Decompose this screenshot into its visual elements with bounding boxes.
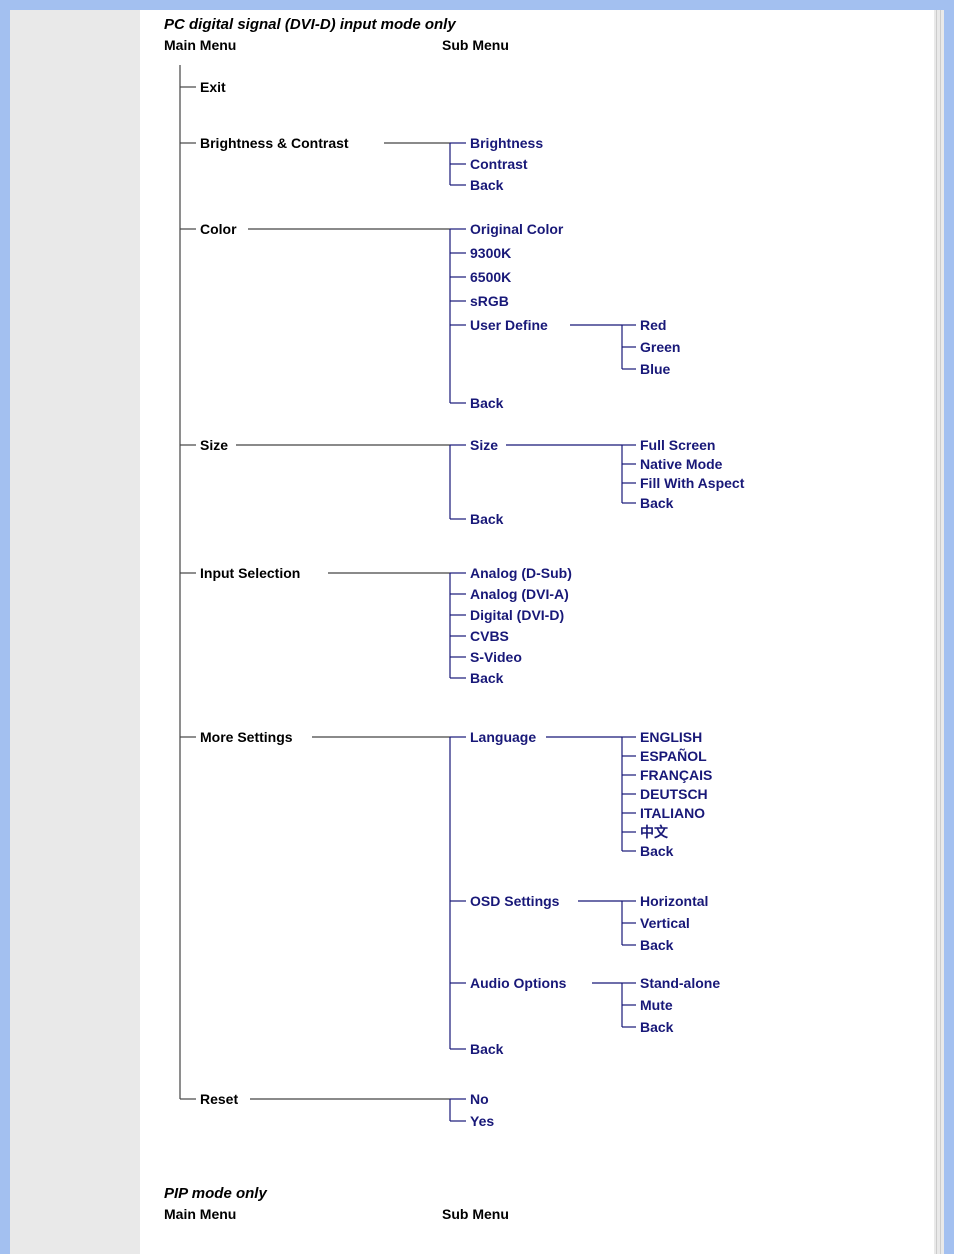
sub-audio: Audio Options bbox=[470, 975, 567, 991]
sub-size-back: Back bbox=[470, 511, 504, 527]
menu-brightness-contrast: Brightness & Contrast bbox=[200, 135, 349, 151]
sub-size-back2: Back bbox=[640, 495, 674, 511]
osd-vertical: Vertical bbox=[640, 915, 690, 931]
sub-user-define: User Define bbox=[470, 317, 548, 333]
menu-size: Size bbox=[200, 437, 228, 453]
lang-italiano: ITALIANO bbox=[640, 805, 705, 821]
menu-reset: Reset bbox=[200, 1091, 238, 1107]
menu-exit: Exit bbox=[200, 79, 226, 95]
menu-tree: Exit Brightness & Contrast Brightness Co… bbox=[152, 65, 932, 1165]
sub-svideo: S-Video bbox=[470, 649, 522, 665]
section-title-pc-digital: PC digital signal (DVI-D) input mode onl… bbox=[164, 16, 934, 33]
column-headers-2: Main Menu Sub Menu bbox=[164, 1206, 934, 1222]
lang-espanol: ESPAÑOL bbox=[640, 747, 707, 764]
sub-size-full: Full Screen bbox=[640, 437, 715, 453]
sub-6500k: 6500K bbox=[470, 269, 511, 285]
sub-brightness: Brightness bbox=[470, 135, 543, 151]
main-menu-header: Main Menu bbox=[164, 37, 442, 53]
lang-francais: FRANÇAIS bbox=[640, 767, 712, 783]
sub-cvbs: CVBS bbox=[470, 628, 509, 644]
sub-size: Size bbox=[470, 437, 498, 453]
sub-contrast: Contrast bbox=[470, 156, 528, 172]
sub-ud-blue: Blue bbox=[640, 361, 671, 377]
sub-menu-header-2: Sub Menu bbox=[442, 1206, 509, 1222]
lang-back: Back bbox=[640, 843, 674, 859]
sub-input-back: Back bbox=[470, 670, 504, 686]
sub-original-color: Original Color bbox=[470, 221, 564, 237]
menu-more-settings: More Settings bbox=[200, 729, 293, 745]
sub-digital-dvid: Digital (DVI-D) bbox=[470, 607, 564, 623]
sub-osd: OSD Settings bbox=[470, 893, 560, 909]
audio-mute: Mute bbox=[640, 997, 673, 1013]
main-menu-header-2: Main Menu bbox=[164, 1206, 442, 1222]
sub-color-back: Back bbox=[470, 395, 504, 411]
menu-input-selection: Input Selection bbox=[200, 565, 300, 581]
sub-9300k: 9300K bbox=[470, 245, 511, 261]
sub-menu-header: Sub Menu bbox=[442, 37, 509, 53]
osd-horizontal: Horizontal bbox=[640, 893, 708, 909]
sub-analog-dsub: Analog (D-Sub) bbox=[470, 565, 572, 581]
section-title-pip: PIP mode only bbox=[164, 1185, 934, 1202]
sub-srgb: sRGB bbox=[470, 293, 509, 309]
sub-language: Language bbox=[470, 729, 536, 745]
lang-deutsch: DEUTSCH bbox=[640, 786, 708, 802]
sub-analog-dvia: Analog (DVI-A) bbox=[470, 586, 569, 602]
reset-no: No bbox=[470, 1091, 489, 1107]
osd-back: Back bbox=[640, 937, 674, 953]
sub-ud-red: Red bbox=[640, 317, 666, 333]
reset-yes: Yes bbox=[470, 1113, 494, 1129]
sub-size-native: Native Mode bbox=[640, 456, 723, 472]
audio-standalone: Stand-alone bbox=[640, 975, 720, 991]
sub-bc-back: Back bbox=[470, 177, 504, 193]
column-headers-1: Main Menu Sub Menu bbox=[164, 37, 934, 53]
lang-english: ENGLISH bbox=[640, 729, 702, 745]
sub-size-fill: Fill With Aspect bbox=[640, 475, 745, 491]
sub-more-back: Back bbox=[470, 1041, 504, 1057]
menu-color: Color bbox=[200, 221, 237, 237]
audio-back: Back bbox=[640, 1019, 674, 1035]
lang-zh: 中文 bbox=[640, 824, 669, 840]
sub-ud-green: Green bbox=[640, 339, 680, 355]
